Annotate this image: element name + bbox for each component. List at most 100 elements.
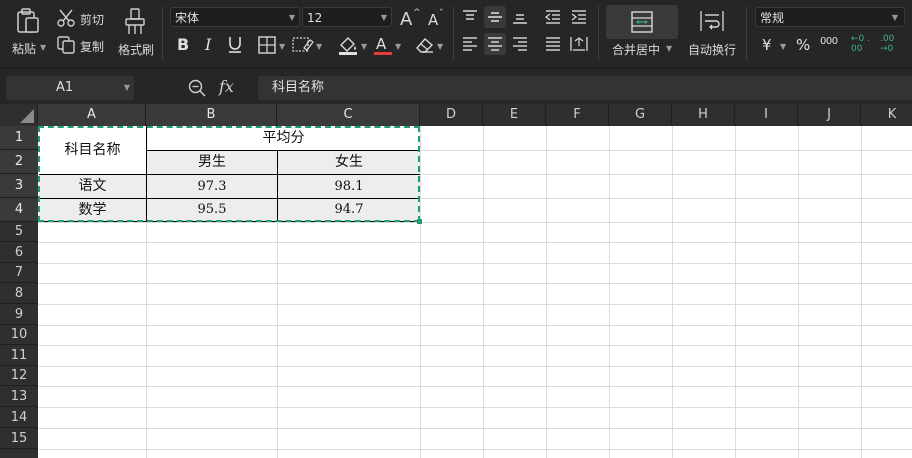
format-painter-icon[interactable] <box>124 8 146 40</box>
svg-text:ˇ: ˇ <box>439 8 444 19</box>
formula-input[interactable]: 科目名称 <box>258 76 912 100</box>
column-header-i[interactable]: I <box>735 104 798 126</box>
grid-line <box>420 126 421 458</box>
grid-line <box>38 449 912 450</box>
row-header-13[interactable]: 13 <box>0 386 38 407</box>
paste-icon[interactable] <box>16 8 40 38</box>
fill-color-dropdown-icon[interactable]: ▼ <box>361 42 367 51</box>
increase-font-size-icon[interactable]: A ^ <box>399 6 421 32</box>
font-color-dropdown-icon[interactable]: ▼ <box>395 42 401 51</box>
grid-line <box>798 126 799 458</box>
cell-style-dropdown-icon[interactable]: ▼ <box>316 42 322 51</box>
column-header-g[interactable]: G <box>609 104 672 126</box>
column-header-e[interactable]: E <box>483 104 546 126</box>
row-header-1[interactable]: 1 <box>0 126 38 150</box>
fill-handle[interactable] <box>417 219 422 224</box>
grid-line <box>672 126 673 458</box>
merge-center-label[interactable]: 合并居中 <box>612 41 660 58</box>
format-painter-button[interactable]: 格式刷 <box>118 41 154 58</box>
grid-line <box>735 126 736 458</box>
justify-button[interactable] <box>542 33 564 55</box>
grid-line <box>38 325 912 326</box>
distributed-align-button[interactable] <box>568 33 590 55</box>
chevron-down-icon: ▼ <box>891 13 898 22</box>
eraser-dropdown-icon[interactable]: ▼ <box>437 42 443 51</box>
align-middle-button[interactable] <box>484 6 506 28</box>
eraser-icon[interactable] <box>415 36 435 58</box>
borders-icon[interactable] <box>258 36 276 58</box>
merge-dropdown-icon[interactable]: ▼ <box>666 44 672 53</box>
svg-text:B: B <box>177 35 189 53</box>
formula-content: 科目名称 <box>272 80 325 95</box>
row-header-7[interactable]: 7 <box>0 263 38 283</box>
percent-button[interactable]: % <box>796 36 810 54</box>
italic-icon[interactable]: I <box>203 35 217 57</box>
grid-line <box>609 126 610 458</box>
row-header-15[interactable]: 15 <box>0 428 38 449</box>
row-header-4[interactable]: 4 <box>0 198 38 222</box>
insert-function-button[interactable]: fx <box>219 77 234 96</box>
row-header-8[interactable]: 8 <box>0 283 38 304</box>
row-header-16[interactable] <box>0 449 38 458</box>
cell-style-icon[interactable] <box>292 36 314 58</box>
align-bottom-button[interactable] <box>509 6 531 28</box>
underline-icon[interactable] <box>227 35 243 57</box>
divider <box>453 6 454 60</box>
bold-icon[interactable]: B <box>176 35 192 57</box>
thousands-separator-button[interactable]: 000 <box>820 36 838 47</box>
cut-button[interactable]: 剪切 <box>80 11 104 28</box>
align-center-icon <box>488 37 502 51</box>
grid-line <box>38 386 912 387</box>
number-format-select[interactable]: 常规 ▼ <box>755 7 905 27</box>
row-header-11[interactable]: 11 <box>0 345 38 366</box>
row-header-9[interactable]: 9 <box>0 304 38 325</box>
align-left-button[interactable] <box>459 33 481 55</box>
paste-dropdown-icon[interactable]: ▼ <box>40 43 46 52</box>
copy-icon[interactable] <box>57 36 75 58</box>
increase-indent-icon <box>571 10 586 24</box>
font-color-icon[interactable]: A <box>373 34 393 60</box>
row-header-3[interactable]: 3 <box>0 174 38 198</box>
divider <box>746 6 747 60</box>
currency-button[interactable]: ¥ <box>762 36 772 54</box>
zoom-icon[interactable] <box>188 79 206 101</box>
wrap-text-button[interactable]: 自动换行 <box>688 41 736 58</box>
row-header-10[interactable]: 10 <box>0 325 38 345</box>
font-size-select[interactable]: 12 ▼ <box>302 7 392 27</box>
align-center-button[interactable] <box>484 33 506 55</box>
column-header-d[interactable]: D <box>420 104 483 126</box>
copy-button[interactable]: 复制 <box>80 38 104 55</box>
decrease-decimal-button[interactable]: .00 →0 <box>880 34 904 54</box>
row-header-2[interactable]: 2 <box>0 150 38 174</box>
cut-icon[interactable] <box>57 9 75 31</box>
row-header-14[interactable]: 14 <box>0 407 38 428</box>
row-header-6[interactable]: 6 <box>0 242 38 263</box>
column-header-k[interactable]: K <box>861 104 912 126</box>
increase-decimal-button[interactable]: ←0 .00 <box>851 34 875 54</box>
column-header-f[interactable]: F <box>546 104 609 126</box>
increase-indent-button[interactable] <box>568 6 590 28</box>
align-top-button[interactable] <box>459 6 481 28</box>
column-header-j[interactable]: J <box>798 104 861 126</box>
borders-dropdown-icon[interactable]: ▼ <box>279 42 285 51</box>
row-header-12[interactable]: 12 <box>0 366 38 386</box>
font-name-select[interactable]: 宋体 ▼ <box>170 7 300 27</box>
column-header-a[interactable]: A <box>38 104 146 126</box>
row-header-5[interactable]: 5 <box>0 222 38 242</box>
column-header-b[interactable]: B <box>146 104 277 126</box>
align-right-button[interactable] <box>509 33 531 55</box>
currency-dropdown-icon[interactable]: ▼ <box>780 42 786 51</box>
fill-color-icon[interactable] <box>337 34 359 60</box>
merge-cells-icon <box>631 11 653 33</box>
svg-text:^: ^ <box>413 8 421 18</box>
column-header-h[interactable]: H <box>672 104 735 126</box>
select-all-corner[interactable] <box>0 104 38 126</box>
paste-button[interactable]: 粘贴 <box>12 40 36 57</box>
decrease-font-size-icon[interactable]: Aˇ <box>426 6 448 32</box>
column-header-c[interactable]: C <box>277 104 420 126</box>
merge-center-button[interactable] <box>606 5 678 39</box>
decrease-indent-button[interactable] <box>542 6 564 28</box>
spreadsheet-grid: A B C D E F G H I J K 1 2 3 4 5 6 7 8 9 … <box>0 104 912 458</box>
name-box[interactable]: A1 ▼ <box>6 76 134 100</box>
wrap-text-icon[interactable] <box>700 10 724 36</box>
